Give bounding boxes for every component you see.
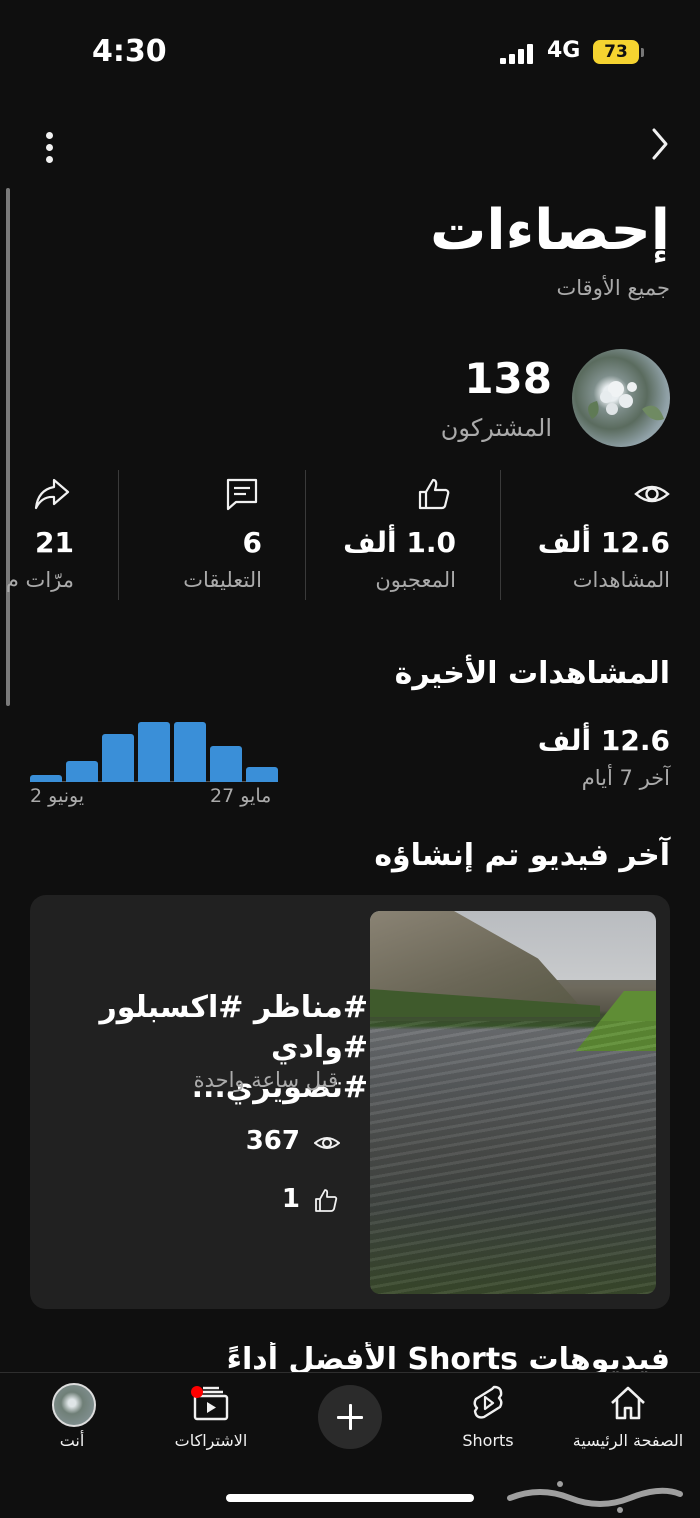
video-likes-count: 1 bbox=[281, 1184, 300, 1214]
back-button[interactable] bbox=[638, 122, 682, 166]
tab-home-label: الصفحة الرئيسية bbox=[572, 1431, 684, 1450]
likes-label: المعجبون bbox=[375, 568, 456, 592]
thumbs-up-icon bbox=[315, 1189, 338, 1212]
stat-likes[interactable]: 1.0 ألف المعجبون bbox=[306, 470, 456, 600]
tab-you[interactable]: أنت bbox=[2, 1373, 142, 1473]
recent-views-period: آخر 7 أيام bbox=[581, 766, 670, 790]
eye-icon bbox=[314, 1137, 340, 1149]
comment-icon bbox=[226, 478, 258, 511]
status-time: 4:30 bbox=[92, 34, 167, 69]
network-type: 4G bbox=[547, 38, 581, 63]
subscriber-label: المشتركون bbox=[440, 414, 552, 442]
stat-divider bbox=[500, 470, 501, 600]
channel-avatar[interactable] bbox=[572, 349, 670, 447]
notification-dot bbox=[191, 1386, 203, 1398]
home-icon bbox=[611, 1386, 645, 1420]
flower-image bbox=[588, 381, 664, 421]
stat-comments[interactable]: 6 التعليقات bbox=[120, 470, 262, 600]
stats-row: 12.6 ألف المشاهدات 1.0 ألف المعجبون 6 ال… bbox=[0, 470, 700, 600]
create-button[interactable] bbox=[318, 1385, 382, 1449]
recent-views-value: 12.6 ألف bbox=[537, 724, 670, 757]
latest-video-title: آخر فيديو تم إنشاؤه bbox=[374, 838, 670, 873]
chart-bar bbox=[66, 761, 98, 782]
share-icon bbox=[34, 478, 70, 510]
comments-value: 6 bbox=[242, 526, 262, 559]
chart-bar bbox=[102, 734, 134, 782]
thumbs-up-icon bbox=[418, 478, 450, 510]
haraj-watermark-logo bbox=[507, 1481, 683, 1513]
battery-icon: 73 bbox=[593, 40, 639, 64]
recent-views-chart[interactable] bbox=[30, 712, 278, 782]
likes-value: 1.0 ألف bbox=[343, 526, 456, 559]
more-options-button[interactable] bbox=[34, 124, 66, 168]
scrollbar[interactable] bbox=[6, 188, 10, 706]
shorts-icon bbox=[473, 1385, 503, 1419]
video-views-count: 367 bbox=[245, 1126, 300, 1156]
chart-tick-end: 2 يونيو bbox=[30, 785, 85, 807]
chart-tick-start: 27 مايو bbox=[210, 785, 272, 807]
comments-label: التعليقات bbox=[183, 568, 262, 592]
shares-value: 21 bbox=[35, 526, 74, 559]
eye-icon bbox=[634, 485, 670, 503]
tab-subscriptions[interactable]: الاشتراكات bbox=[141, 1373, 281, 1473]
page-subtitle: جميع الأوقات bbox=[556, 276, 670, 300]
avatar bbox=[52, 1383, 96, 1427]
subscriber-count: 138 bbox=[464, 354, 552, 403]
tab-you-label: أنت bbox=[59, 1431, 85, 1450]
tab-shorts[interactable]: Shorts bbox=[418, 1373, 558, 1473]
chart-bar bbox=[30, 775, 62, 782]
recent-views-title: المشاهدات الأخيرة bbox=[394, 656, 670, 691]
views-value: 12.6 ألف bbox=[537, 526, 670, 559]
chart-bar bbox=[138, 722, 170, 782]
video-views: 367 bbox=[240, 1126, 340, 1160]
chart-bar bbox=[246, 767, 278, 782]
video-published: قبل ساعة واحدة bbox=[193, 1068, 338, 1092]
video-likes: 1 bbox=[240, 1184, 340, 1218]
video-thumbnail[interactable] bbox=[370, 911, 656, 1294]
status-bar: 4:30 4G 73 bbox=[0, 0, 700, 100]
more-vert-icon bbox=[46, 132, 53, 139]
chart-bar bbox=[210, 746, 242, 782]
signal-icon bbox=[500, 42, 536, 64]
tab-subscriptions-label: الاشتراكات bbox=[174, 1431, 248, 1450]
views-label: المشاهدات bbox=[572, 568, 670, 592]
top-shorts-title: فيديوهات Shorts الأفضل أداءً bbox=[226, 1342, 670, 1372]
stat-divider bbox=[118, 470, 119, 600]
home-indicator[interactable] bbox=[226, 1494, 474, 1502]
shares-label: مرّات م bbox=[5, 568, 74, 592]
tab-shorts-label: Shorts bbox=[462, 1431, 514, 1450]
stat-divider bbox=[305, 470, 306, 600]
battery-tip bbox=[641, 48, 644, 57]
chart-bar bbox=[174, 722, 206, 782]
page-title: إحصاءات bbox=[430, 198, 670, 263]
stat-shares[interactable]: 21 مرّات م bbox=[0, 470, 74, 600]
chevron-right-icon bbox=[652, 128, 668, 160]
stat-views[interactable]: 12.6 ألف المشاهدات bbox=[500, 470, 670, 600]
tab-home[interactable]: الصفحة الرئيسية bbox=[558, 1373, 698, 1473]
